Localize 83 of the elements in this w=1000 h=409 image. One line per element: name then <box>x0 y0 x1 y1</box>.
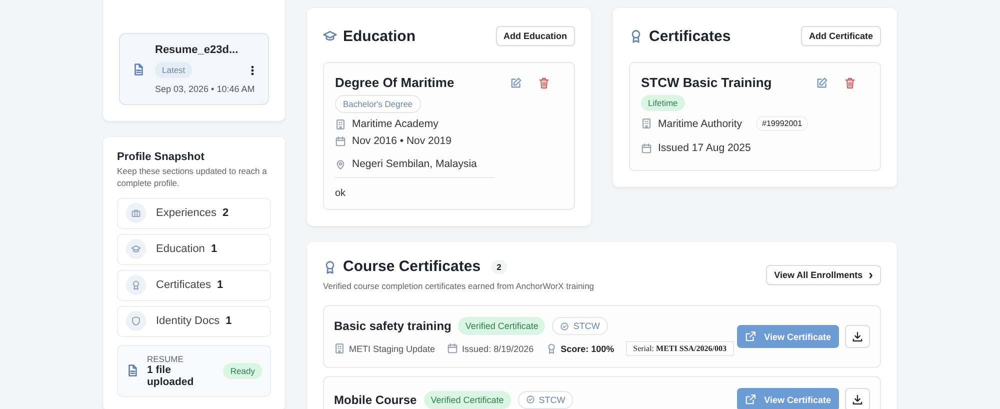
item-label: Education <box>156 243 205 256</box>
award-icon <box>629 29 643 43</box>
snapshot-item[interactable]: Identity Docs 1 <box>117 306 271 337</box>
edit-button[interactable] <box>816 76 828 88</box>
add-button[interactable]: Add Certificate <box>800 26 881 46</box>
verified-badge: Verified Certificate <box>458 317 546 335</box>
location-pin-icon <box>335 158 346 170</box>
issuer-name: Maritime Authority <box>658 118 742 130</box>
external-link-icon <box>745 331 756 342</box>
edit-icon <box>510 76 522 88</box>
verified-badge: Verified Certificate <box>424 390 511 408</box>
trash-icon <box>538 76 550 88</box>
count-badge: 2 <box>490 260 508 274</box>
date-range: Nov 2016 • Nov 2019 <box>352 135 452 147</box>
snapshot-item[interactable]: Experiences 2 <box>117 198 271 229</box>
issue-date: Issued: 8/19/2026 <box>462 344 534 354</box>
status-badge: Ready <box>223 362 262 379</box>
upload-date: Sep 03, 2026 • 10:46 AM <box>155 84 256 94</box>
section-title: Profile Snapshot <box>117 151 206 163</box>
snapshot-item[interactable]: Certificates 1 <box>117 270 271 301</box>
entry-title: Degree Of Maritime <box>335 75 454 90</box>
award-icon <box>323 260 337 274</box>
score: Score: 100% <box>560 344 614 354</box>
entry-note: ok <box>335 177 495 199</box>
graduation-cap-icon <box>323 29 337 43</box>
trash-icon <box>844 76 856 88</box>
delete-button[interactable] <box>844 76 856 88</box>
item-label: Experiences <box>156 207 217 220</box>
course-title: Basic safety training <box>334 319 452 333</box>
location: Negeri Sembilan, Malaysia <box>352 158 477 170</box>
stcw-tag: STCW <box>552 317 608 335</box>
item-count: 1 <box>217 279 224 292</box>
provider-name: METI Staging Update <box>349 344 436 354</box>
delete-button[interactable] <box>538 76 550 88</box>
item-count: 1 <box>226 315 232 328</box>
school-name: Maritime Academy <box>352 118 438 130</box>
award-icon <box>546 343 557 354</box>
shield-icon <box>126 311 146 332</box>
course-title: Mobile Course <box>334 392 417 406</box>
resume-value: 1 file uploaded <box>147 364 195 388</box>
document-icon <box>132 62 145 76</box>
calendar-icon <box>447 343 458 354</box>
building-icon <box>334 343 345 354</box>
download-button[interactable] <box>845 388 870 409</box>
external-link-icon <box>745 394 756 405</box>
section-title: Certificates <box>649 28 731 44</box>
download-button[interactable] <box>845 325 870 348</box>
download-icon <box>852 394 863 405</box>
calendar-icon <box>641 142 652 154</box>
award-icon <box>126 275 146 296</box>
section-description: Verified course completion certificates earned from AnchorWorX training <box>323 281 594 291</box>
file-name: Resume_e23d... <box>155 44 240 56</box>
item-label: Certificates <box>156 279 212 292</box>
item-count: 2 <box>222 207 229 220</box>
check-icon <box>560 322 570 330</box>
item-count: 1 <box>210 243 218 256</box>
section-title: Course Certificates <box>343 258 481 275</box>
certificate-number: #19992001 <box>756 116 808 131</box>
snapshot-item[interactable]: Education 1 <box>117 234 271 265</box>
calendar-icon <box>335 136 346 146</box>
section-title: Education <box>343 28 416 44</box>
resume-label: RESUME <box>147 354 184 364</box>
view-all-button[interactable]: View All Enrollments › <box>766 265 881 285</box>
item-label: Identity Docs <box>156 315 220 328</box>
validity-badge: Lifetime <box>641 95 685 111</box>
check-icon <box>526 395 535 404</box>
add-button[interactable]: Add Education <box>496 26 575 46</box>
graduation-cap-icon <box>126 239 146 260</box>
document-icon <box>126 364 139 378</box>
building-icon <box>335 118 346 130</box>
briefcase-icon <box>126 203 146 224</box>
edit-icon <box>816 76 828 88</box>
stcw-tag: STCW <box>518 390 574 408</box>
entry-title: STCW Basic Training <box>641 75 772 90</box>
edit-button[interactable] <box>510 76 522 88</box>
degree-badge: Bachelor's Degree <box>335 95 421 113</box>
latest-badge: Latest <box>155 62 192 78</box>
section-description: Keep these sections updated to reach a complete profile. <box>117 166 268 190</box>
serial-number: Serial: METI SSA/2026/003 <box>626 341 734 356</box>
building-icon <box>641 118 652 129</box>
issue-date: Issued 17 Aug 2025 <box>658 142 751 154</box>
chevron-icon: › <box>868 270 873 280</box>
download-icon <box>852 331 863 342</box>
